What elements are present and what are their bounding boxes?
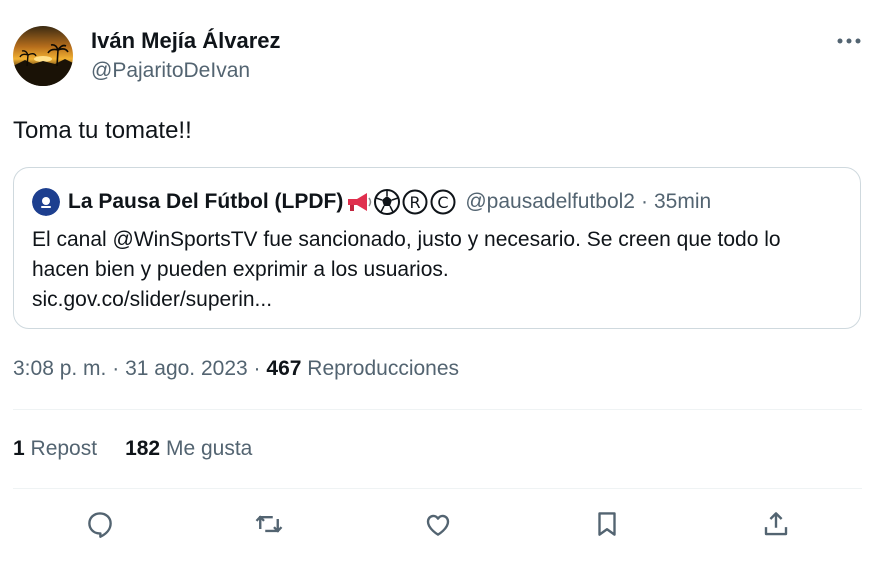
svg-text:R: R — [410, 193, 421, 212]
likes-stat[interactable]: 182 Me gusta — [125, 437, 252, 461]
like-icon — [426, 514, 450, 536]
likes-label: Me gusta — [165, 437, 253, 460]
reposts-count: 1 — [13, 437, 25, 460]
bookmark-icon — [598, 512, 616, 536]
share-icon — [764, 512, 788, 536]
quoted-author-name[interactable]: La Pausa Del Fútbol (LPDF) — [68, 190, 343, 214]
tweet-meta: 3:08 p. m. · 31 ago. 2023 · 467 Reproduc… — [13, 357, 459, 381]
tweet-date[interactable]: 31 ago. 2023 — [125, 357, 248, 380]
svg-text:C: C — [438, 193, 449, 212]
reply-button[interactable] — [81, 505, 119, 543]
registered-icon: R — [401, 188, 429, 216]
engagement-stats: 1 Repost 182 Me gusta — [13, 437, 280, 461]
sunset-avatar-icon — [13, 26, 73, 86]
quoted-tweet-line: hacen bien y pueden exprimir a los usuar… — [32, 258, 449, 281]
megaphone-icon — [345, 190, 373, 214]
lpdf-logo-icon — [32, 188, 60, 216]
reply-icon — [88, 512, 112, 538]
author-handle[interactable]: @PajaritoDeIvan — [91, 59, 250, 83]
views-count: 467 — [266, 357, 302, 380]
tweet-time[interactable]: 3:08 p. m. — [13, 357, 106, 380]
quoted-tweet-link[interactable]: sic.gov.co/slider/superin... — [32, 285, 852, 315]
separator-dot: · — [640, 190, 648, 213]
quoted-author-handle[interactable]: @pausadelfutbol2 — [465, 190, 635, 214]
author-avatar[interactable] — [13, 26, 73, 86]
soccer-ball-icon — [373, 188, 401, 216]
divider — [13, 488, 862, 489]
more-options-button[interactable] — [830, 28, 868, 54]
like-button[interactable] — [419, 505, 457, 543]
reposts-stat[interactable]: 1 Repost — [13, 437, 97, 461]
author-name[interactable]: Iván Mejía Álvarez — [91, 28, 281, 54]
separator-dot: · — [253, 357, 261, 380]
bookmark-button[interactable] — [588, 505, 626, 543]
quoted-tweet-header: La Pausa Del Fútbol (LPDF) R C @pausadel… — [32, 188, 711, 216]
repost-icon — [255, 515, 283, 533]
quoted-tweet-card[interactable]: La Pausa Del Fútbol (LPDF) R C @pausadel… — [13, 167, 861, 329]
likes-count: 182 — [125, 437, 161, 460]
divider — [13, 409, 862, 410]
tweet-text: Toma tu tomate!! — [13, 117, 192, 144]
reposts-label: Repost — [30, 437, 98, 460]
repost-button[interactable] — [250, 505, 288, 543]
quoted-tweet-time[interactable]: 35min — [654, 190, 711, 214]
quoted-tweet-body: El canal @WinSportsTV fue sancionado, ju… — [32, 225, 852, 315]
share-button[interactable] — [757, 505, 795, 543]
quoted-tweet-line: El canal @WinSportsTV fue sancionado, ju… — [32, 228, 781, 251]
separator-dot: · — [112, 357, 120, 380]
views-label: Reproducciones — [307, 357, 460, 380]
more-dots-icon — [837, 38, 861, 44]
quoted-author-avatar[interactable] — [32, 188, 60, 216]
copyright-icon: C — [429, 188, 457, 216]
quoted-author-emojis: R C — [345, 188, 457, 216]
